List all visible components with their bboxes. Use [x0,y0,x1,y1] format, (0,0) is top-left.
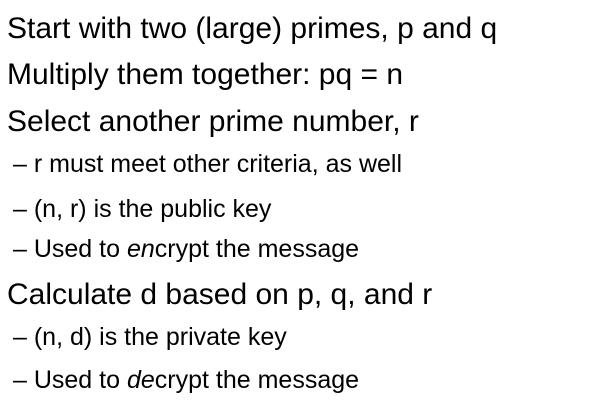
bullet-select-prime-r: Select another prime number, r [7,105,419,138]
decrypt-emphasis: de [126,366,155,394]
decrypt-suffix: crypt the message [154,366,360,394]
slide: Start with two (large) primes, p and q M… [0,0,605,411]
bullet-calculate-d: Calculate d based on p, q, and r [7,278,433,311]
encrypt-emphasis: en [126,235,155,263]
bullet-start-with-primes: Start with two (large) primes, p and q [7,12,498,45]
encrypt-prefix: – Used to [13,235,127,263]
sub-bullet-encrypt: – Used to encrypt the message [13,237,359,262]
sub-bullet-private-key: – (n, d) is the private key [13,323,287,351]
sub-bullet-public-key: – (n, r) is the public key [13,195,272,223]
sub-bullet-decrypt: – Used to decrypt the message [13,368,359,393]
sub-bullet-r-criteria: – r must meet other criteria, as well [13,150,403,178]
bullet-multiply-primes: Multiply them together: pq = n [7,58,404,91]
decrypt-prefix: – Used to [13,366,127,394]
encrypt-suffix: crypt the message [154,235,360,263]
